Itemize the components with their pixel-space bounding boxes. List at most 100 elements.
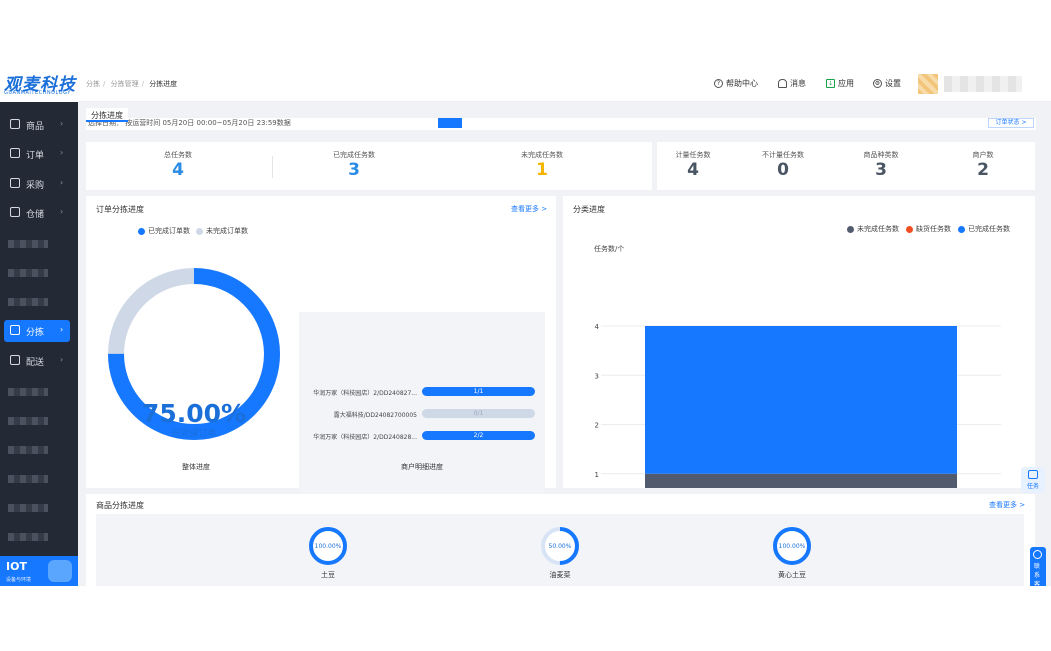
app-icon: ↓: [826, 79, 835, 88]
breadcrumb-item[interactable]: 分拣: [86, 80, 100, 88]
sidebar-item-blurred[interactable]: [8, 240, 48, 248]
contact-service-label: 联系客服: [1034, 563, 1041, 586]
divider: [272, 156, 273, 178]
settings-button[interactable]: ⚙ 设置: [873, 78, 901, 89]
stat-value-categories: 3: [875, 160, 887, 180]
legend-label: 未完成订单数: [206, 227, 248, 235]
ring-percent: 50.00%: [548, 543, 572, 550]
sort-icon: [10, 325, 20, 335]
avatar[interactable]: [918, 74, 938, 94]
product-name: 油麦菜: [549, 571, 571, 579]
breadcrumb-current: 分拣进度: [149, 80, 178, 88]
sidebar-item-sorting[interactable]: 分拣 ›: [4, 320, 70, 342]
chevron-right-icon: ›: [60, 207, 64, 216]
sidebar-item-blurred[interactable]: [8, 269, 48, 277]
stat-label: 计量任务数: [675, 151, 711, 159]
chevron-right-icon: ›: [60, 178, 64, 187]
merchant-progress-bar: 1/1: [422, 387, 535, 396]
user-name-blurred[interactable]: [944, 76, 1022, 92]
stat-value-unmeasured: 0: [777, 160, 789, 180]
sidebar-item-delivery[interactable]: 配送 ›: [0, 350, 78, 372]
bar-segment-0[interactable]: [645, 473, 957, 488]
order-progress-title: 订单分拣进度: [96, 205, 144, 214]
iot-subtitle: 设备与环境: [6, 577, 32, 583]
filter-bar: 选择日期： 按运营时间 05月20日 00:00~05月20日 23:59数据 …: [86, 118, 1036, 130]
help-icon: ?: [714, 79, 723, 88]
sidebar-item-blurred[interactable]: [8, 475, 48, 483]
bar-segment-2[interactable]: [645, 326, 957, 474]
contact-service-button[interactable]: 联系客服: [1030, 547, 1046, 586]
legend-dot: [138, 227, 145, 235]
messages-label: 消息: [790, 79, 806, 88]
sidebar-item-label: 分拣: [26, 328, 45, 338]
y-tick-label: 3: [595, 372, 599, 380]
stat-value-merchants: 2: [977, 160, 989, 180]
product-name: 黄心土豆: [778, 571, 806, 579]
stat-label: 商品种类数: [863, 151, 899, 159]
merchant-progress-label: 商户明细进度: [401, 463, 443, 471]
donut-percent: 75.00%: [141, 399, 247, 428]
order-status-filter[interactable]: 订单状态 >: [988, 118, 1034, 128]
y-tick-label: 2: [595, 422, 599, 430]
donut-center-label: 已完成订单: [171, 429, 217, 439]
app-window: 观麦科技 GUANMAITECHNOLOGY 分拣 / 分拣管理 / 分拣进度 ? 帮…: [0, 66, 1051, 586]
view-more-link[interactable]: 查看更多 >: [511, 204, 547, 214]
sidebar-item-orders[interactable]: 订单 ›: [0, 143, 78, 165]
stat-value-done: 3: [348, 160, 360, 180]
y-tick-label: 4: [595, 323, 600, 331]
legend-undone: 未完成订单数: [196, 226, 248, 236]
merchant-detail-panel: 华润万家（科技园店）2/DD240827... 1/1 露大福科技/DD2408…: [299, 312, 545, 516]
apps-button[interactable]: ↓ 应用: [826, 78, 854, 89]
legend-label: 已完成订单数: [148, 227, 190, 235]
merchant-progress-bar: 0/1: [422, 409, 535, 418]
merchant-name: 华润万家（科技园店）2/DD240827...: [313, 390, 417, 397]
product-progress-title: 商品分拣进度: [96, 501, 144, 510]
chevron-right-icon: ›: [60, 148, 64, 157]
sidebar-item-blurred[interactable]: [8, 504, 48, 512]
iot-banner[interactable]: IOT 设备与环境: [0, 556, 78, 586]
task-stats-card: 总任务数 4 已完成任务数 3 未完成任务数 1: [86, 142, 652, 190]
truck-icon: [10, 355, 20, 365]
sidebar-item-label: 仓储: [26, 210, 45, 220]
sidebar-item-warehouse[interactable]: 仓储 ›: [0, 202, 78, 224]
logo-subtitle: GUANMAITECHNOLOGY: [4, 90, 71, 96]
task-type-stats-card: 计量任务数 4 不计量任务数 0 商品种类数 3 商户数 2: [657, 142, 1035, 190]
product-name: 土豆: [321, 571, 335, 579]
sidebar-item-blurred[interactable]: [8, 388, 48, 396]
category-bar-chart: 01234蔬菜类: [595, 323, 1001, 488]
iot-illustration: [48, 560, 72, 582]
sidebar-item-purchase[interactable]: 采购 ›: [0, 173, 78, 195]
stat-value-measured: 4: [687, 160, 699, 180]
sidebar-item-blurred[interactable]: [8, 298, 48, 306]
chevron-right-icon: ›: [60, 355, 64, 364]
sidebar-item-label: 商品: [26, 122, 45, 132]
settings-label: 设置: [885, 79, 901, 88]
chevron-right-icon: ›: [60, 119, 64, 128]
view-more-link[interactable]: 查看更多 >: [989, 500, 1025, 510]
sidebar-item-goods[interactable]: 商品 ›: [0, 114, 78, 136]
task-float-label: 任务: [1026, 483, 1039, 490]
ring-percent: 100.00%: [778, 543, 806, 550]
y-tick-label: 1: [595, 471, 599, 479]
bell-icon: [778, 79, 787, 88]
sidebar-item-label: 订单: [26, 151, 45, 161]
sidebar-item-blurred[interactable]: [8, 446, 48, 454]
messages-button[interactable]: 消息: [778, 78, 806, 89]
logo[interactable]: 观麦科技 GUANMAITECHNOLOGY: [0, 66, 78, 102]
breadcrumb-item[interactable]: 分拣管理: [111, 80, 139, 88]
help-center-button[interactable]: ? 帮助中心: [714, 78, 758, 89]
sidebar-item-blurred[interactable]: [8, 533, 48, 541]
headset-icon: [1033, 550, 1042, 559]
stat-label: 不计量任务数: [762, 151, 804, 159]
sidebar-item-blurred[interactable]: [8, 417, 48, 425]
task-float-button[interactable]: 任务: [1021, 467, 1045, 493]
cart-icon: [10, 178, 20, 188]
sidebar-item-label: 配送: [26, 358, 45, 368]
legend-dot: [196, 227, 203, 235]
overall-progress-label: 整体进度: [182, 463, 210, 471]
search-button[interactable]: [438, 118, 462, 128]
legend-done: 已完成订单数: [138, 226, 190, 236]
sidebar-item-label: 采购: [26, 181, 45, 191]
tab-sorting-progress[interactable]: 分拣进度: [86, 108, 128, 122]
stat-label: 商户数: [972, 151, 994, 159]
